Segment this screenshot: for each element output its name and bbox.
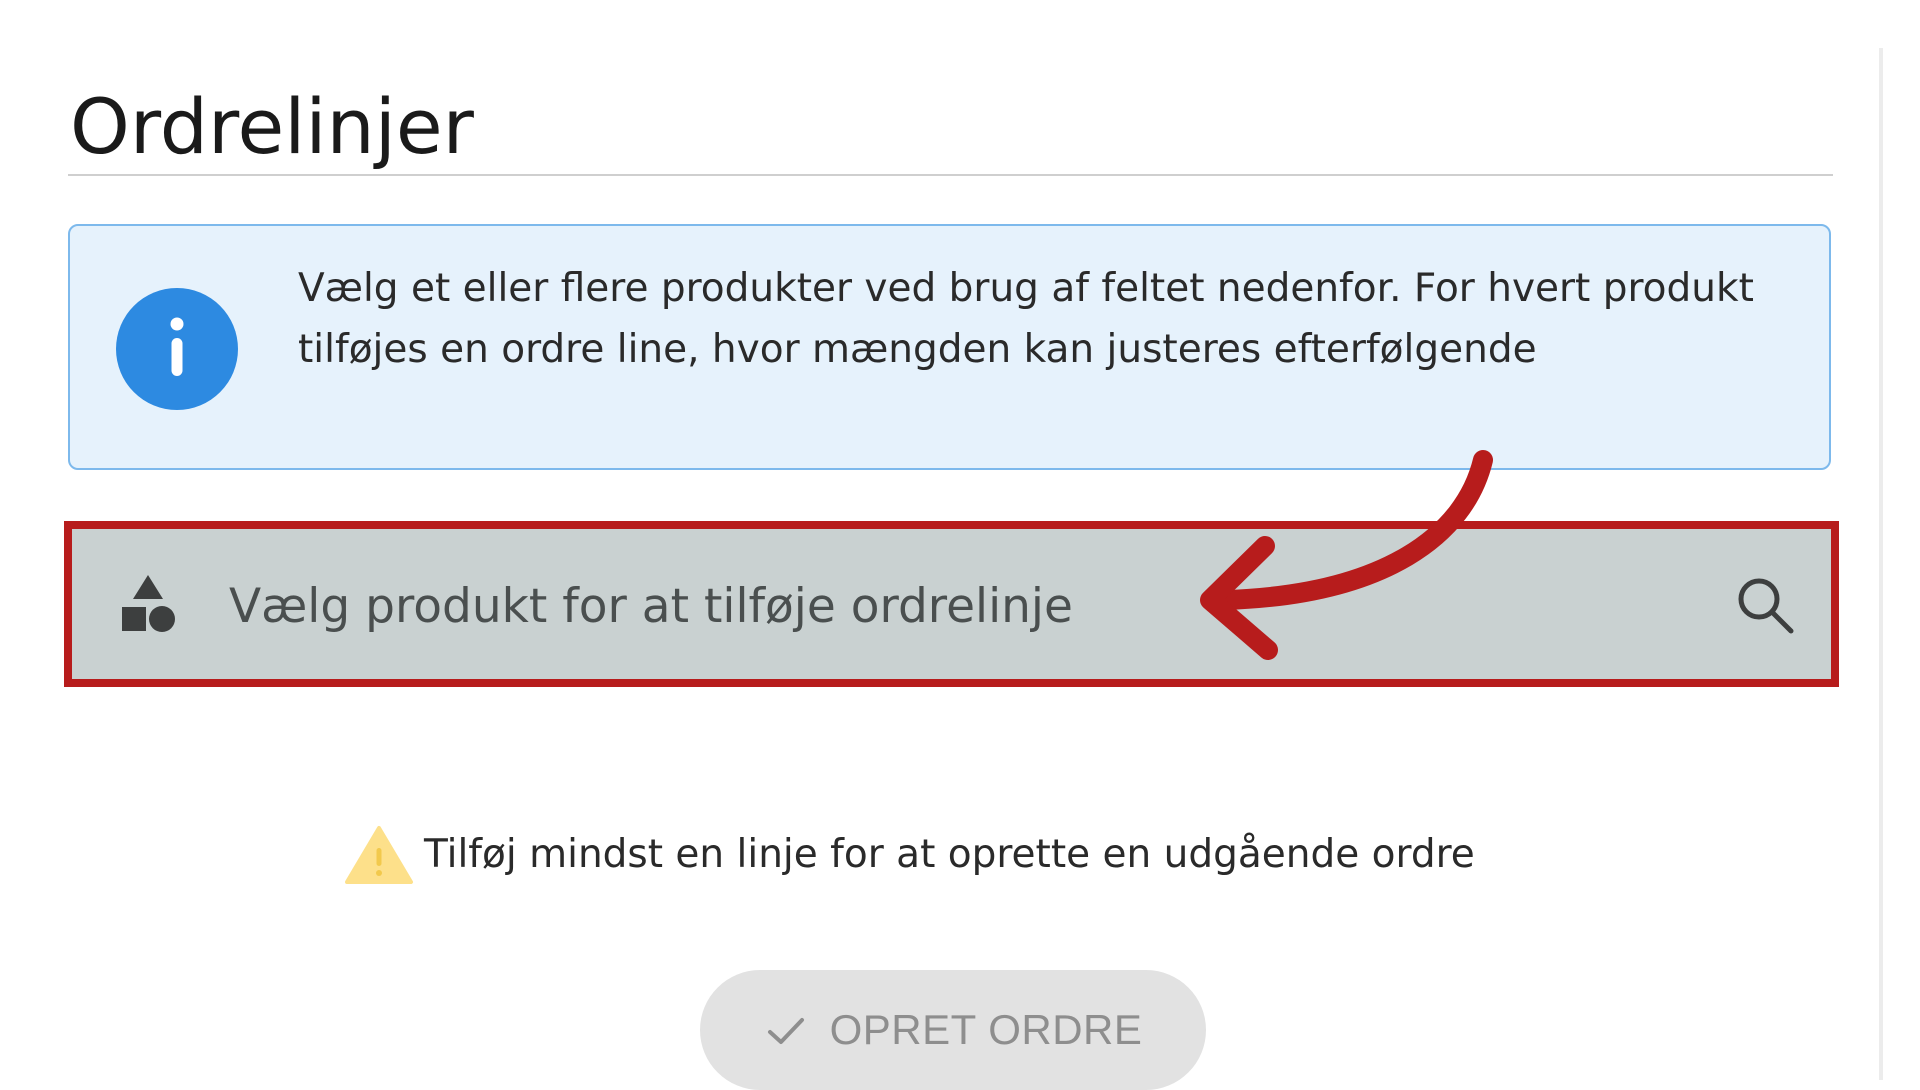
warning-message: Tilføj mindst en linje for at oprette en… bbox=[424, 832, 1475, 877]
page-title: Ordrelinjer bbox=[70, 82, 474, 171]
info-message: Vælg et eller flere produkter ved brug a… bbox=[298, 266, 1754, 372]
create-order-button[interactable]: OPRET ORDRE bbox=[700, 970, 1206, 1090]
product-select-input[interactable]: Vælg produkt for at tilføje ordrelinje bbox=[72, 529, 1831, 679]
panel-divider bbox=[1879, 48, 1883, 1080]
info-icon bbox=[116, 288, 238, 410]
search-icon[interactable] bbox=[1733, 573, 1797, 637]
product-select-highlight: Vælg produkt for at tilføje ordrelinje bbox=[64, 521, 1839, 687]
title-divider bbox=[68, 174, 1833, 176]
shapes-icon bbox=[122, 575, 175, 632]
check-icon bbox=[767, 1018, 804, 1044]
create-order-label: OPRET ORDRE bbox=[829, 1006, 1143, 1053]
product-select-placeholder: Vælg produkt for at tilføje ordrelinje bbox=[229, 579, 1073, 634]
order-lines-page: Ordrelinjer Vælg et eller flere produkte… bbox=[0, 0, 1920, 1090]
info-alert: Vælg et eller flere produkter ved brug a… bbox=[68, 224, 1831, 470]
warning-icon bbox=[345, 826, 413, 884]
validation-warning: Tilføj mindst en linje for at oprette en… bbox=[344, 822, 1475, 888]
